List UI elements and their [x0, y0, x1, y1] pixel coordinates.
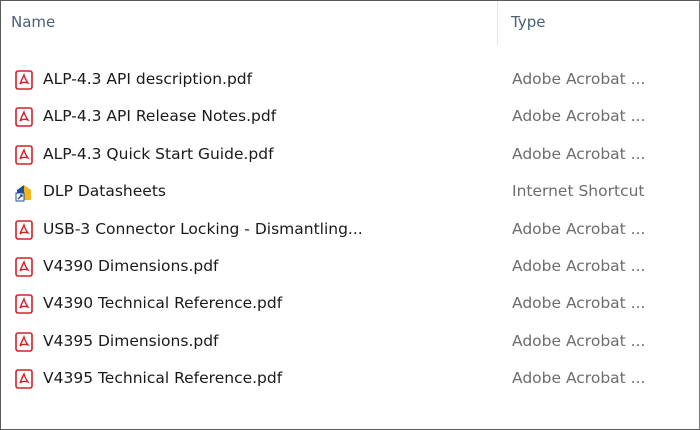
file-name: V4395 Dimensions.pdf: [43, 331, 219, 350]
file-row[interactable]: USB-3 Connector Locking - Dismantling...…: [1, 212, 699, 249]
pdf-icon: [15, 107, 33, 128]
column-header-bar: Name Type: [1, 1, 699, 45]
column-header-type-label: Type: [511, 13, 546, 31]
file-type: Adobe Acrobat ...: [512, 144, 646, 163]
file-list: ALP-4.3 API description.pdf Adobe Acroba…: [1, 62, 699, 399]
file-row[interactable]: ALP-4.3 API description.pdf Adobe Acroba…: [1, 62, 699, 99]
file-name: ALP-4.3 API Release Notes.pdf: [43, 107, 277, 126]
internet-shortcut-icon: [15, 182, 33, 202]
file-row[interactable]: V4395 Dimensions.pdf Adobe Acrobat ...: [1, 324, 699, 361]
file-row[interactable]: V4390 Technical Reference.pdf Adobe Acro…: [1, 286, 699, 323]
file-list-window: Name Type ALP-4.3 API description.pdf Ad…: [0, 0, 700, 430]
pdf-icon: [15, 219, 33, 240]
file-row[interactable]: DLP Datasheets Internet Shortcut: [1, 174, 699, 211]
pdf-icon: [15, 331, 33, 352]
file-type: Adobe Acrobat ...: [512, 369, 646, 388]
file-type: Adobe Acrobat ...: [512, 70, 646, 88]
file-name: DLP Datasheets: [43, 182, 166, 201]
pdf-icon: [15, 144, 33, 165]
file-type: Adobe Acrobat ...: [512, 107, 646, 126]
file-type: Adobe Acrobat ...: [512, 219, 646, 238]
column-header-name-label: Name: [11, 13, 56, 31]
file-name: V4395 Technical Reference.pdf: [43, 369, 283, 388]
pdf-icon: [15, 70, 33, 90]
file-row[interactable]: V4395 Technical Reference.pdf Adobe Acro…: [1, 361, 699, 398]
file-type: Adobe Acrobat ...: [512, 294, 646, 313]
pdf-icon: [15, 369, 33, 389]
file-type: Internet Shortcut: [512, 182, 645, 201]
column-header-name[interactable]: Name: [1, 1, 498, 45]
file-name: V4390 Technical Reference.pdf: [43, 294, 283, 313]
file-name: USB-3 Connector Locking - Dismantling...: [43, 219, 363, 238]
column-header-type[interactable]: Type: [498, 1, 699, 45]
file-name: V4390 Dimensions.pdf: [43, 256, 219, 275]
pdf-icon: [15, 294, 33, 315]
file-type: Adobe Acrobat ...: [512, 331, 646, 350]
file-row[interactable]: ALP-4.3 API Release Notes.pdf Adobe Acro…: [1, 99, 699, 136]
pdf-icon: [15, 257, 33, 277]
file-row[interactable]: ALP-4.3 Quick Start Guide.pdf Adobe Acro…: [1, 137, 699, 174]
file-row[interactable]: V4390 Dimensions.pdf Adobe Acrobat ...: [1, 249, 699, 286]
file-name: ALP-4.3 Quick Start Guide.pdf: [43, 144, 274, 163]
file-type: Adobe Acrobat ...: [512, 256, 646, 275]
file-name: ALP-4.3 API description.pdf: [43, 70, 253, 88]
